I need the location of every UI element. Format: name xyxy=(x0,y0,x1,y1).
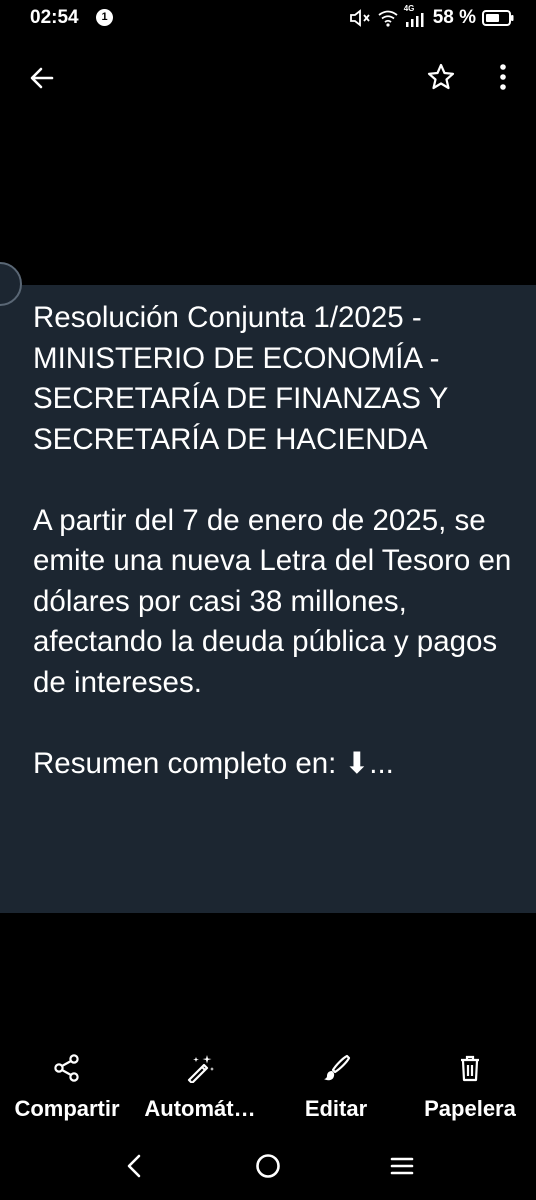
nav-recents-button[interactable] xyxy=(382,1146,422,1186)
wifi-icon xyxy=(378,10,398,27)
battery-icon xyxy=(482,10,514,26)
mute-icon xyxy=(349,9,370,27)
menu-lines-icon xyxy=(390,1157,414,1175)
home-circle-icon xyxy=(256,1154,280,1178)
brush-icon xyxy=(324,1054,351,1081)
share-label: Compartir xyxy=(14,1096,120,1121)
trash-icon xyxy=(461,1055,479,1082)
signal-icon xyxy=(405,13,424,27)
post-text: Resolución Conjunta 1/2025 - MINISTERIO … xyxy=(33,301,512,780)
battery-percentage: 58 % xyxy=(432,7,476,28)
nav-back-button[interactable] xyxy=(116,1146,152,1186)
more-vert-icon xyxy=(500,64,506,90)
notification-badge: 1 xyxy=(96,9,113,26)
share-button[interactable]: Compartir xyxy=(4,1048,130,1122)
signal-indicator: 4G xyxy=(403,4,425,30)
trash-label: Papelera xyxy=(424,1096,516,1121)
back-button[interactable] xyxy=(22,58,62,98)
share-icon xyxy=(54,1054,79,1082)
status-icons: 4G 58 % xyxy=(349,4,514,31)
status-bar: 02:54 1 4G 58 % xyxy=(0,0,536,36)
favorite-button[interactable] xyxy=(420,56,462,98)
trash-button[interactable]: Papelera xyxy=(410,1048,530,1122)
bottom-action-bar: Compartir Automát… Editar Papelera xyxy=(0,1048,536,1128)
system-nav-bar xyxy=(0,1140,536,1190)
edit-label: Editar xyxy=(304,1096,368,1121)
auto-enhance-button[interactable]: Automát… xyxy=(136,1048,264,1122)
star-outline-icon xyxy=(427,63,455,90)
more-options-button[interactable] xyxy=(488,56,518,98)
magic-wand-icon xyxy=(187,1055,214,1083)
top-toolbar xyxy=(0,50,536,104)
edit-button[interactable]: Editar xyxy=(284,1048,388,1122)
chevron-left-icon xyxy=(127,1154,141,1178)
auto-enhance-label: Automát… xyxy=(144,1096,256,1121)
nav-home-button[interactable] xyxy=(248,1144,288,1188)
arrow-left-icon xyxy=(30,67,54,89)
status-time: 02:54 xyxy=(30,7,79,28)
